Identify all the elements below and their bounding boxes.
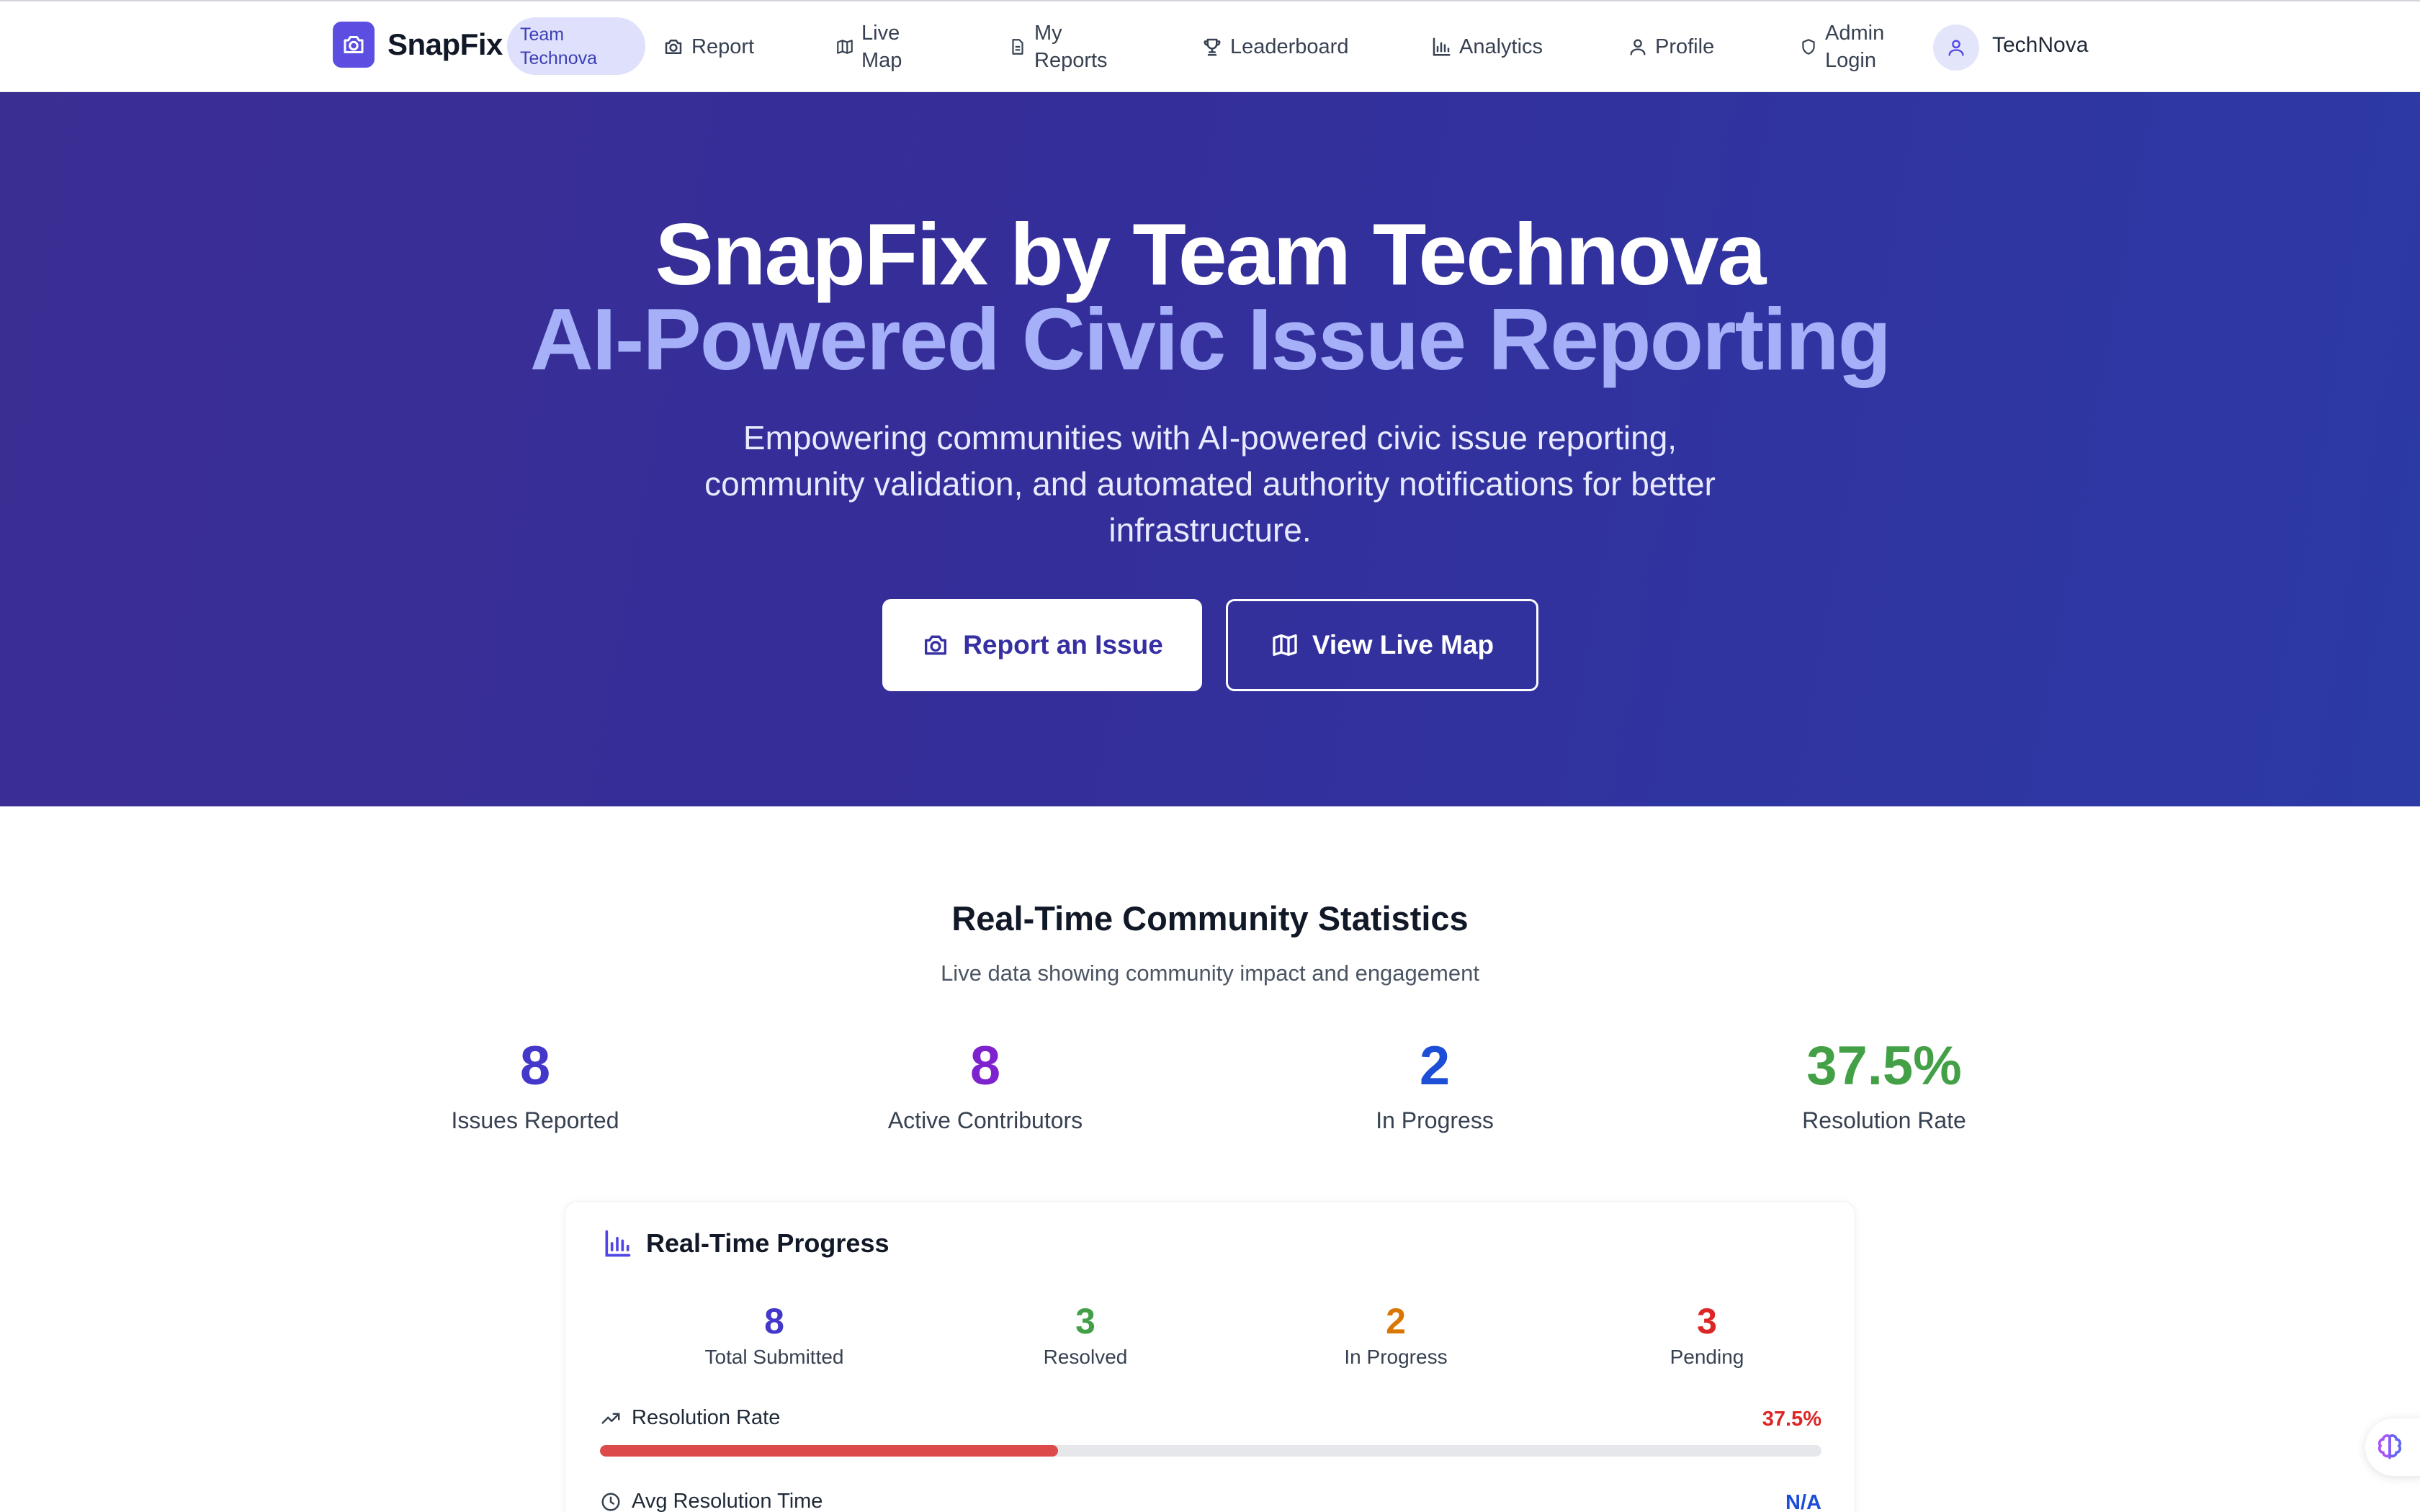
progress-value: 3	[1075, 1301, 1095, 1341]
shield-icon	[1802, 39, 1815, 55]
avg-resolution-value: N/A	[1785, 1491, 1821, 1512]
nav-report-label: Report	[691, 35, 755, 58]
nav-leaderboard[interactable]: Leaderboard	[1201, 1, 1348, 92]
progress-card-header: Real-Time Progress	[601, 1228, 889, 1259]
resolution-progress-fill	[600, 1445, 1058, 1457]
nav-live-map[interactable]: Live Map	[835, 1, 902, 92]
nav-live-map-label: Live Map	[861, 22, 902, 72]
progress-label: Pending	[1670, 1346, 1744, 1368]
hero-tagline: AI-Powered Civic Issue Reporting	[529, 290, 1891, 388]
nav-analytics-label: Analytics	[1459, 35, 1543, 58]
progress-card-title: Real-Time Progress	[646, 1228, 889, 1258]
hero-title: SnapFix by Team Technova	[655, 205, 1767, 303]
stat-value: 8	[519, 1035, 551, 1097]
progress-label: Total Submitted	[704, 1346, 844, 1368]
progress-resolved: 3 Resolved	[934, 1300, 1237, 1369]
hero-subtitle: Empowering communities with AI-powered c…	[704, 419, 1716, 549]
user-name[interactable]: TechNova	[1992, 33, 2088, 58]
hero-section: SnapFix by Team Technova AI-Powered Civi…	[0, 92, 2420, 806]
nav-profile[interactable]: Profile	[1628, 1, 1714, 92]
progress-value: 3	[1697, 1301, 1717, 1341]
progress-value: 8	[764, 1301, 784, 1341]
stat-value: 2	[1419, 1035, 1451, 1097]
map-icon	[837, 40, 853, 54]
brain-icon	[2378, 1434, 2402, 1459]
progress-label: Resolved	[1043, 1346, 1128, 1368]
resolution-rate-label: Resolution Rate	[632, 1406, 781, 1429]
stat-value: 37.5%	[1806, 1035, 1962, 1097]
camera-icon	[665, 40, 682, 54]
progress-total-submitted: 8 Total Submitted	[623, 1300, 926, 1369]
nav-admin-login-label: Admin Login	[1825, 22, 1885, 72]
team-badge: Team Technova	[507, 17, 645, 75]
nav-admin-login[interactable]: Admin Login	[1799, 1, 1884, 92]
stat-value: 8	[969, 1035, 1001, 1097]
user-icon	[1948, 40, 1964, 56]
avatar[interactable]	[1933, 24, 1979, 71]
progress-label: In Progress	[1344, 1346, 1448, 1368]
stat-label: In Progress	[1376, 1107, 1494, 1133]
resolution-rate-value: 37.5%	[1762, 1408, 1821, 1431]
nav-profile-label: Profile	[1655, 35, 1715, 58]
avg-resolution-row: Avg Resolution Time N/A	[600, 1490, 1821, 1512]
team-badge-label: Team Technova	[520, 24, 598, 68]
top-navbar: SnapFix Team Technova Report Live Map My…	[0, 1, 2420, 92]
nav-leaderboard-label: Leaderboard	[1230, 35, 1349, 58]
progress-card: Real-Time Progress 8 Total Submitted 3 R…	[565, 1201, 1855, 1512]
report-issue-button[interactable]: Report an Issue	[882, 599, 1202, 691]
resolution-progress-bar	[600, 1445, 1821, 1457]
nav-report[interactable]: Report	[663, 1, 754, 92]
camera-icon	[925, 635, 947, 655]
clock-icon	[601, 1493, 620, 1511]
brand-name[interactable]: SnapFix	[387, 27, 503, 62]
user-icon	[1630, 39, 1646, 55]
stats-subtitle: Live data showing community impact and e…	[941, 960, 1479, 986]
report-issue-label: Report an Issue	[963, 630, 1163, 660]
stat-resolution-rate: 37.5% Resolution Rate	[1704, 1034, 2064, 1134]
resolution-rate-row: Resolution Rate 37.5%	[600, 1406, 1821, 1435]
bar-chart-icon	[1433, 37, 1451, 56]
progress-pending: 3 Pending	[1556, 1300, 1858, 1369]
trending-up-icon	[601, 1413, 620, 1423]
camera-icon[interactable]	[333, 22, 375, 68]
progress-value: 2	[1386, 1301, 1406, 1341]
map-icon	[1273, 634, 1297, 656]
ai-assistant-button[interactable]	[2365, 1418, 2420, 1476]
stat-label: Resolution Rate	[1802, 1107, 1966, 1133]
stats-title: Real-Time Community Statistics	[951, 899, 1469, 937]
view-live-map-button[interactable]: View Live Map	[1226, 599, 1538, 691]
nav-analytics[interactable]: Analytics	[1430, 1, 1543, 92]
trophy-icon	[1204, 38, 1221, 56]
stat-label: Issues Reported	[451, 1107, 619, 1133]
view-live-map-label: View Live Map	[1312, 630, 1494, 660]
bar-chart-icon	[605, 1230, 631, 1257]
stat-active-contributors: 8 Active Contributors	[805, 1034, 1165, 1134]
stat-in-progress: 2 In Progress	[1255, 1034, 1615, 1134]
file-text-icon	[1012, 39, 1023, 55]
stat-label: Active Contributors	[887, 1107, 1083, 1133]
stat-issues-reported: 8 Issues Reported	[355, 1034, 715, 1134]
avg-resolution-label: Avg Resolution Time	[632, 1490, 823, 1512]
nav-my-reports[interactable]: My Reports	[1008, 1, 1108, 92]
progress-in-progress: 2 In Progress	[1245, 1300, 1547, 1369]
nav-my-reports-label: My Reports	[1034, 22, 1108, 72]
